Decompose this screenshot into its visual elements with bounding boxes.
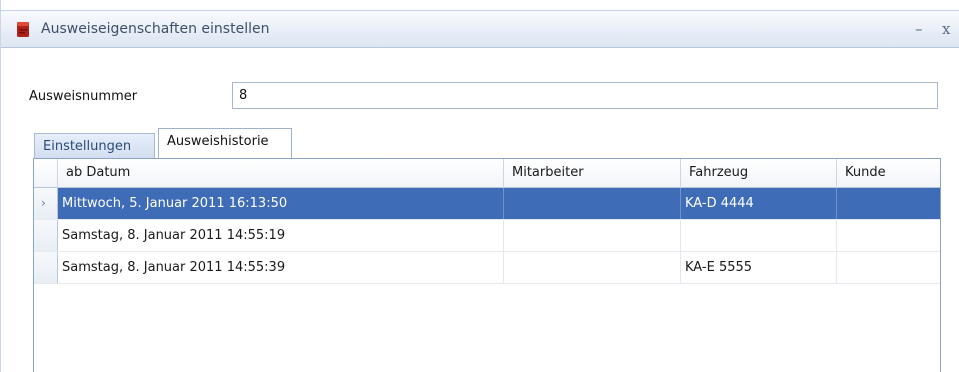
dialog-window: Ausweiseigenschaften einstellen – x Ausw… xyxy=(0,0,959,372)
column-header-kunde[interactable]: Kunde xyxy=(837,159,940,188)
column-header-date[interactable]: ab Datum xyxy=(58,159,504,188)
cell-kunde[interactable] xyxy=(837,252,940,283)
row-indicator[interactable] xyxy=(34,252,58,283)
table-row[interactable]: › Mittwoch, 5. Januar 2011 16:13:50 KA-D… xyxy=(34,188,940,220)
cell-mitarbeiter[interactable] xyxy=(504,188,681,219)
table-row[interactable]: Samstag, 8. Januar 2011 14:55:19 xyxy=(34,220,940,252)
row-pointer-icon: › xyxy=(41,196,46,210)
history-grid[interactable]: ab Datum Mitarbeiter Fahrzeug Kunde › Mi… xyxy=(33,158,941,372)
dialog-content: Ausweisnummer 8 Einstellungen Ausweishis… xyxy=(9,48,952,372)
title-bar[interactable]: Ausweiseigenschaften einstellen – x xyxy=(1,10,959,48)
window-title: Ausweiseigenschaften einstellen xyxy=(41,21,270,37)
cell-date[interactable]: Mittwoch, 5. Januar 2011 16:13:50 xyxy=(58,188,504,219)
cell-fahrzeug[interactable]: KA-D 4444 xyxy=(681,188,837,219)
cell-date[interactable]: Samstag, 8. Januar 2011 14:55:39 xyxy=(58,252,504,283)
cell-kunde[interactable] xyxy=(837,188,940,219)
close-button[interactable]: x xyxy=(942,19,950,39)
red-card-icon xyxy=(17,22,29,37)
cell-fahrzeug[interactable]: KA-E 5555 xyxy=(681,252,837,283)
tab-ausweishistorie[interactable]: Ausweishistorie xyxy=(158,128,292,159)
table-row[interactable]: Samstag, 8. Januar 2011 14:55:39 KA-E 55… xyxy=(34,252,940,284)
indicator-header xyxy=(34,159,58,188)
row-indicator[interactable]: › xyxy=(34,188,58,219)
cell-date[interactable]: Samstag, 8. Januar 2011 14:55:19 xyxy=(58,220,504,251)
cell-mitarbeiter[interactable] xyxy=(504,252,681,283)
column-header-fahrzeug[interactable]: Fahrzeug xyxy=(681,159,837,188)
cell-fahrzeug[interactable] xyxy=(681,220,837,251)
column-header-mitarbeiter[interactable]: Mitarbeiter xyxy=(504,159,681,188)
tab-einstellungen[interactable]: Einstellungen xyxy=(34,133,155,158)
ausweisnummer-input[interactable]: 8 xyxy=(232,82,938,109)
row-indicator[interactable] xyxy=(34,220,58,251)
minimize-button[interactable]: – xyxy=(915,19,923,39)
ausweisnummer-label: Ausweisnummer xyxy=(29,89,138,104)
grid-header: ab Datum Mitarbeiter Fahrzeug Kunde xyxy=(34,159,940,188)
cell-kunde[interactable] xyxy=(837,220,940,251)
cell-mitarbeiter[interactable] xyxy=(504,220,681,251)
